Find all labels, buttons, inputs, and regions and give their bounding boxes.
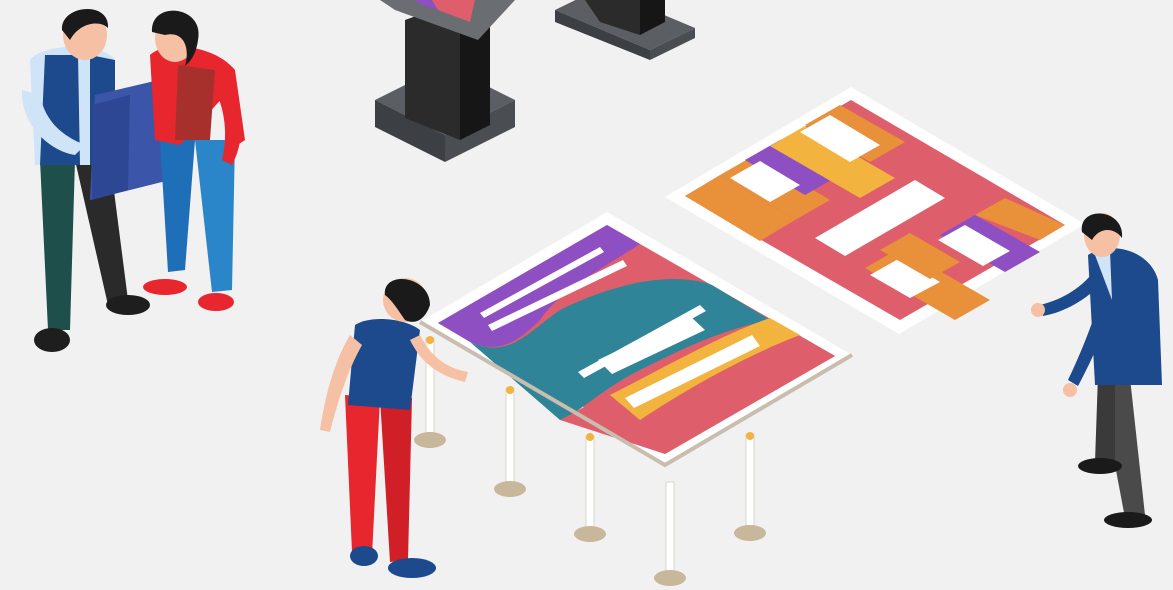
exhibition-illustration bbox=[21, 0, 1162, 586]
exhibit-table-icon bbox=[414, 212, 854, 586]
man-in-suit-icon bbox=[1031, 213, 1162, 528]
kiosk-stand-icon bbox=[375, 0, 695, 162]
